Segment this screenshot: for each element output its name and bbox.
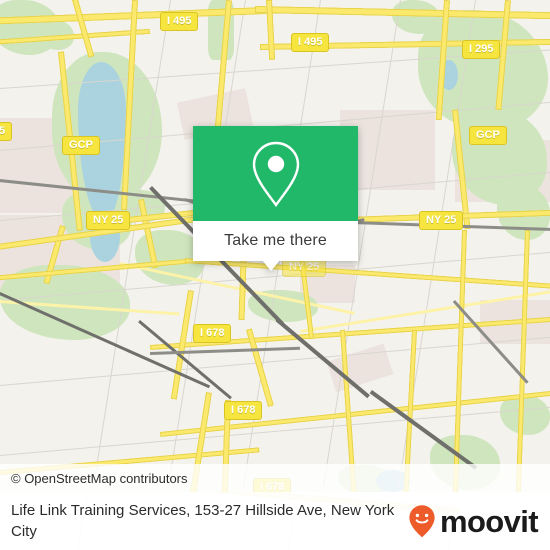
moovit-smiley-pin-icon — [409, 505, 435, 538]
moovit-logo[interactable]: moovit — [408, 504, 550, 538]
card-pointer-tail — [262, 260, 280, 271]
road-shield: GCP — [62, 136, 100, 155]
road-shield: NY 25 — [419, 211, 464, 230]
location-pin-icon — [252, 141, 299, 207]
road-shield: I 678 — [193, 324, 232, 343]
screenshot-root: I 495 I 495 I 295 GCP GCP 5 NY 25 NY 25 NY 25 I 6… — [0, 0, 550, 550]
road-shield: 5 — [0, 122, 13, 141]
place-caption: Life Link Training Services, 153-27 Hill… — [11, 502, 395, 540]
road-shield: I 678 — [224, 401, 263, 420]
road-shield: I 295 — [462, 40, 501, 59]
pin-container — [193, 126, 358, 221]
take-me-there-card[interactable]: Take me there — [193, 126, 358, 271]
take-me-there-label: Take me there — [224, 232, 327, 249]
footer-caption-bar: Life Link Training Services, 153-27 Hill… — [0, 492, 550, 550]
attribution-text: © OpenStreetMap contributors — [11, 470, 188, 486]
road-shield: I 495 — [160, 12, 199, 31]
road-shield: NY 25 — [86, 211, 131, 230]
card-action-bar[interactable]: Take me there — [193, 221, 358, 261]
road-shield: GCP — [469, 126, 507, 145]
road-shield: I 495 — [291, 33, 330, 52]
map-attribution: © OpenStreetMap contributors — [0, 464, 550, 492]
moovit-wordmark: moovit — [439, 503, 539, 539]
